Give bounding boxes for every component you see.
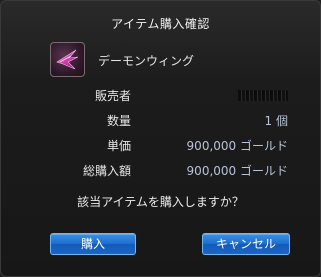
quantity-label: 数量: [106, 114, 131, 128]
demon-wing-icon: [50, 42, 85, 77]
confirm-question: 該当アイテムを購入しますか？: [77, 195, 244, 209]
total-price-value: 900,000 ゴールド: [186, 164, 288, 178]
purchase-confirm-dialog: アイテム購入確認 デーモンウィング 販売者 数量 1 個 単価 900,000 …: [0, 0, 321, 277]
seller-name-redacted: [238, 90, 288, 101]
unit-price-label: 単価: [106, 139, 131, 153]
quantity-value: 1 個: [264, 114, 288, 128]
seller-label: 販売者: [94, 89, 131, 103]
item-name: デーモンウィング: [98, 54, 195, 68]
unit-price-row: 単価 900,000 ゴールド: [1, 137, 321, 155]
quantity-row: 数量 1 個: [1, 112, 321, 130]
total-price-label: 総購入額: [82, 164, 131, 178]
seller-row: 販売者: [1, 87, 321, 105]
dialog-title: アイテム購入確認: [111, 17, 210, 31]
buy-button[interactable]: 購入: [50, 233, 136, 255]
total-price-row: 総購入額 900,000 ゴールド: [1, 162, 321, 180]
unit-price-value: 900,000 ゴールド: [186, 139, 288, 153]
cancel-button[interactable]: キャンセル: [202, 233, 290, 255]
